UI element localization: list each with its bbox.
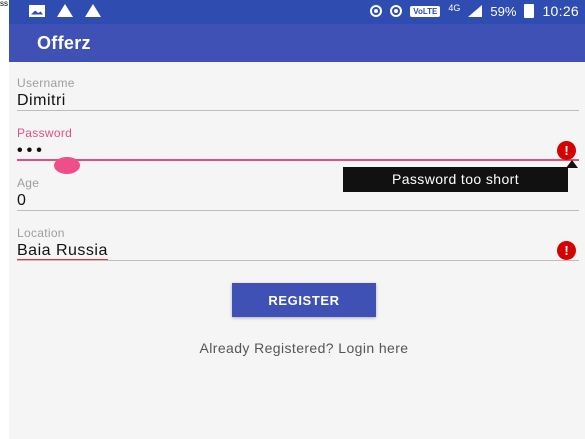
hotspot-icon [370, 5, 383, 17]
username-field[interactable]: Username Dimitri [17, 76, 585, 111]
volte-badge: VoLTE [410, 5, 441, 17]
image-icon [29, 4, 45, 17]
clock: 10:26 [542, 3, 579, 19]
signal-icon [468, 5, 483, 17]
location-underline [17, 260, 579, 261]
network-type: 4G [448, 3, 461, 13]
warning-icon [85, 4, 101, 17]
password-underline [17, 159, 579, 161]
battery-icon [524, 4, 535, 18]
battery-percent: 59% [490, 3, 517, 19]
status-bar: VoLTE 4G 59% 10:26 [9, 0, 585, 24]
username-underline [17, 110, 579, 111]
register-button[interactable]: REGISTER [232, 283, 376, 317]
age-label: Age [17, 176, 40, 190]
text-cursor-handle[interactable] [54, 157, 80, 174]
password-error-icon[interactable]: ! [557, 141, 576, 160]
warning-icon [57, 4, 73, 17]
location-error-icon[interactable]: ! [557, 241, 576, 260]
age-underline [17, 210, 579, 211]
phone-screen: VoLTE 4G 59% 10:26 Offerz Username Dimit… [9, 0, 585, 439]
location-value: Baia Russia [17, 242, 108, 261]
app-title: Offerz [37, 33, 91, 53]
location-label: Location [17, 226, 65, 240]
app-bar: Offerz [9, 24, 585, 62]
password-field[interactable]: Password ••• [17, 126, 585, 161]
wifi-calling-icon [390, 5, 403, 17]
password-label: Password [17, 126, 73, 140]
username-label: Username [17, 76, 75, 90]
age-input[interactable]: 0 [17, 192, 585, 210]
username-input[interactable]: Dimitri [17, 92, 585, 110]
login-link[interactable]: Already Registered? Login here [9, 340, 585, 356]
age-field[interactable]: Age 0 [17, 176, 585, 211]
location-field[interactable]: Location Baia Russia [17, 226, 585, 261]
password-input[interactable]: ••• [17, 142, 585, 160]
location-input[interactable]: Baia Russia [17, 242, 585, 261]
corner-glyph: ss [0, 0, 8, 8]
